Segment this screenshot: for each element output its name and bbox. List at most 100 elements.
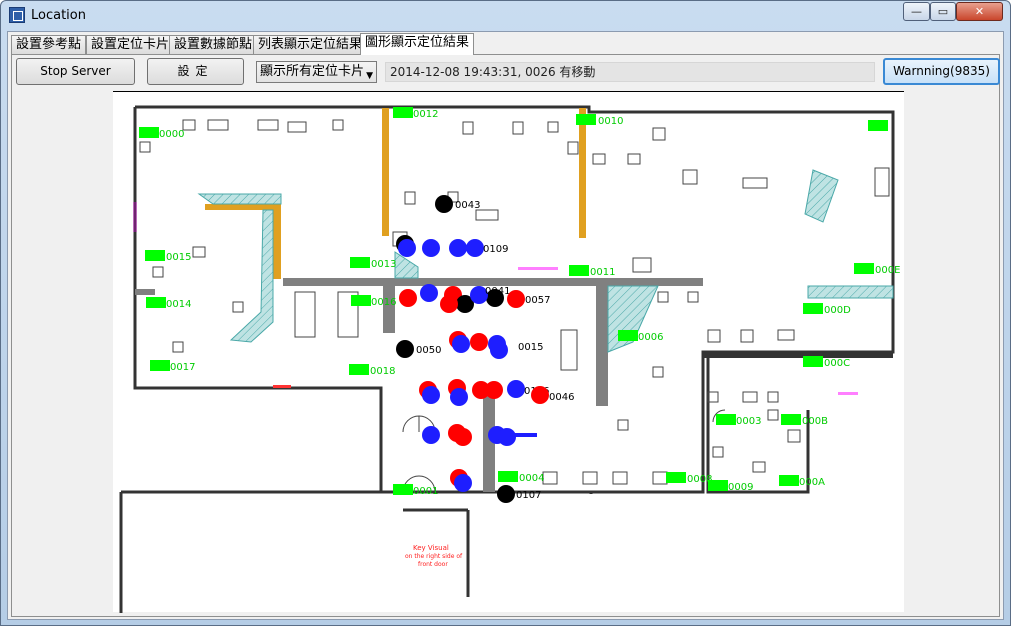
card-marker[interactable] <box>507 380 525 398</box>
walls <box>119 105 895 613</box>
reference-point[interactable] <box>351 295 371 306</box>
card-label: 0041 <box>485 286 510 297</box>
reference-point-label: 000C <box>824 358 850 369</box>
minimize-button[interactable]: — <box>903 2 930 21</box>
card-marker[interactable] <box>454 428 472 446</box>
app-window-icon <box>9 7 25 23</box>
reference-point-label: 0011 <box>590 267 615 278</box>
reference-point[interactable] <box>498 471 518 482</box>
reference-point-label: 0009 <box>728 482 753 493</box>
reference-point[interactable] <box>576 114 596 125</box>
reference-point[interactable] <box>349 364 369 375</box>
card-label: 0050 <box>416 345 441 356</box>
card-marker[interactable] <box>454 474 472 492</box>
card-marker[interactable] <box>531 386 549 404</box>
card-marker[interactable] <box>420 284 438 302</box>
key-visual-subnote: on the right side of <box>405 553 463 560</box>
reference-point-label: 0003 <box>736 416 761 427</box>
reference-point-label: 0015 <box>166 252 191 263</box>
card-label: 0109 <box>483 244 508 255</box>
card-marker[interactable] <box>449 239 467 257</box>
card-marker[interactable] <box>398 239 416 257</box>
tab-data-nodes[interactable]: 設置數據節點 <box>169 35 258 54</box>
reference-point-label: 0012 <box>413 109 438 120</box>
location-window: Location — ▭ ✕ 設置參考點 設置定位卡片 設置數據節點 列表顯示定… <box>0 0 1011 626</box>
card-marker[interactable] <box>466 239 484 257</box>
card-marker[interactable] <box>399 289 417 307</box>
reference-point[interactable] <box>868 120 888 131</box>
reference-point[interactable] <box>393 107 413 118</box>
hatched-areas <box>197 169 894 353</box>
card-filter-select[interactable]: 顯示所有定位卡片 ▼ <box>256 61 377 83</box>
chevron-down-icon: ▼ <box>366 71 373 81</box>
settings-button[interactable]: 設定 <box>147 58 244 85</box>
card-label: 0046 <box>549 392 574 403</box>
reference-point-label: 000A <box>799 477 825 488</box>
card-filter-value: 顯示所有定位卡片 <box>260 64 365 79</box>
reference-point[interactable] <box>350 257 370 268</box>
window-title: Location <box>31 8 86 23</box>
reference-point[interactable] <box>803 356 823 367</box>
tab-graphic-results[interactable]: 圖形顯示定位結果 <box>360 33 475 55</box>
card-marker[interactable] <box>396 340 414 358</box>
card-label: 0015 <box>518 342 543 353</box>
reference-point[interactable] <box>150 360 170 371</box>
tab-location-cards[interactable]: 設置定位卡片 <box>86 35 175 54</box>
card-marker[interactable] <box>422 239 440 257</box>
reference-point[interactable] <box>779 475 799 486</box>
card-marker[interactable] <box>470 333 488 351</box>
reference-point[interactable] <box>618 330 638 341</box>
reference-point-label: 000D <box>824 305 851 316</box>
reference-point[interactable] <box>781 414 801 425</box>
reference-point[interactable] <box>146 297 166 308</box>
card-marker[interactable] <box>485 381 503 399</box>
card-marker[interactable] <box>507 290 525 308</box>
reference-point[interactable] <box>716 414 736 425</box>
close-button[interactable]: ✕ <box>956 2 1003 21</box>
reference-point[interactable] <box>803 303 823 314</box>
key-visual-note: Key Visual <box>413 544 449 552</box>
card-marker[interactable] <box>450 388 468 406</box>
reference-point-label: 000E <box>875 265 900 276</box>
card-label: 0057 <box>525 295 550 306</box>
reference-point-label: 0010 <box>598 116 623 127</box>
reference-point[interactable] <box>145 250 165 261</box>
reference-point[interactable] <box>708 480 728 491</box>
warning-button[interactable]: Warnning(9835) <box>883 58 1000 85</box>
reference-point-label: 0004 <box>519 473 544 484</box>
card-label: 0043 <box>455 200 480 211</box>
card-marker[interactable] <box>435 195 453 213</box>
stop-server-button[interactable]: Stop Server <box>16 58 135 85</box>
card-marker[interactable] <box>452 335 470 353</box>
tab-list-results[interactable]: 列表顯示定位結果 <box>253 35 368 54</box>
maximize-button[interactable]: ▭ <box>930 2 956 21</box>
reference-point-label: 0006 <box>638 332 663 343</box>
tab-reference-points[interactable]: 設置參考點 <box>11 35 87 54</box>
reference-point[interactable] <box>854 263 874 274</box>
reference-point-label: 000B <box>802 416 828 427</box>
reference-point-label: 0013 <box>371 259 396 270</box>
reference-point[interactable] <box>569 265 589 276</box>
card-marker[interactable] <box>422 386 440 404</box>
key-visual-subnote-2: front door <box>418 561 448 568</box>
reference-point-label: 0017 <box>170 362 195 373</box>
reference-point-label: 0016 <box>371 297 396 308</box>
reference-point-label: 0001 <box>413 486 438 497</box>
reference-point[interactable] <box>139 127 159 138</box>
reference-point[interactable] <box>393 484 413 495</box>
graphic-results-panel: Stop Server 設定 顯示所有定位卡片 ▼ 2014-12-08 19:… <box>11 54 1000 617</box>
title-bar[interactable]: Location — ▭ ✕ <box>1 1 1010 31</box>
reference-point-label: 0000 <box>159 129 184 140</box>
reference-point[interactable] <box>666 472 686 483</box>
card-marker[interactable] <box>490 341 508 359</box>
card-marker[interactable] <box>422 426 440 444</box>
card-marker-strip <box>513 433 537 437</box>
card-label: 0107 <box>516 490 541 501</box>
reference-point-label: 0018 <box>370 366 395 377</box>
card-marker[interactable] <box>440 295 458 313</box>
status-message: 2014-12-08 19:43:31, 0026 有移動 <box>385 62 875 82</box>
floor-plan-svg: Key Visual on the right side of front do… <box>119 105 900 613</box>
floor-plan-map[interactable]: Key Visual on the right side of front do… <box>113 91 904 613</box>
client-area: 設置參考點 設置定位卡片 設置數據節點 列表顯示定位結果 圖形顯示定位結果 St… <box>7 31 1004 620</box>
card-marker[interactable] <box>497 485 515 503</box>
